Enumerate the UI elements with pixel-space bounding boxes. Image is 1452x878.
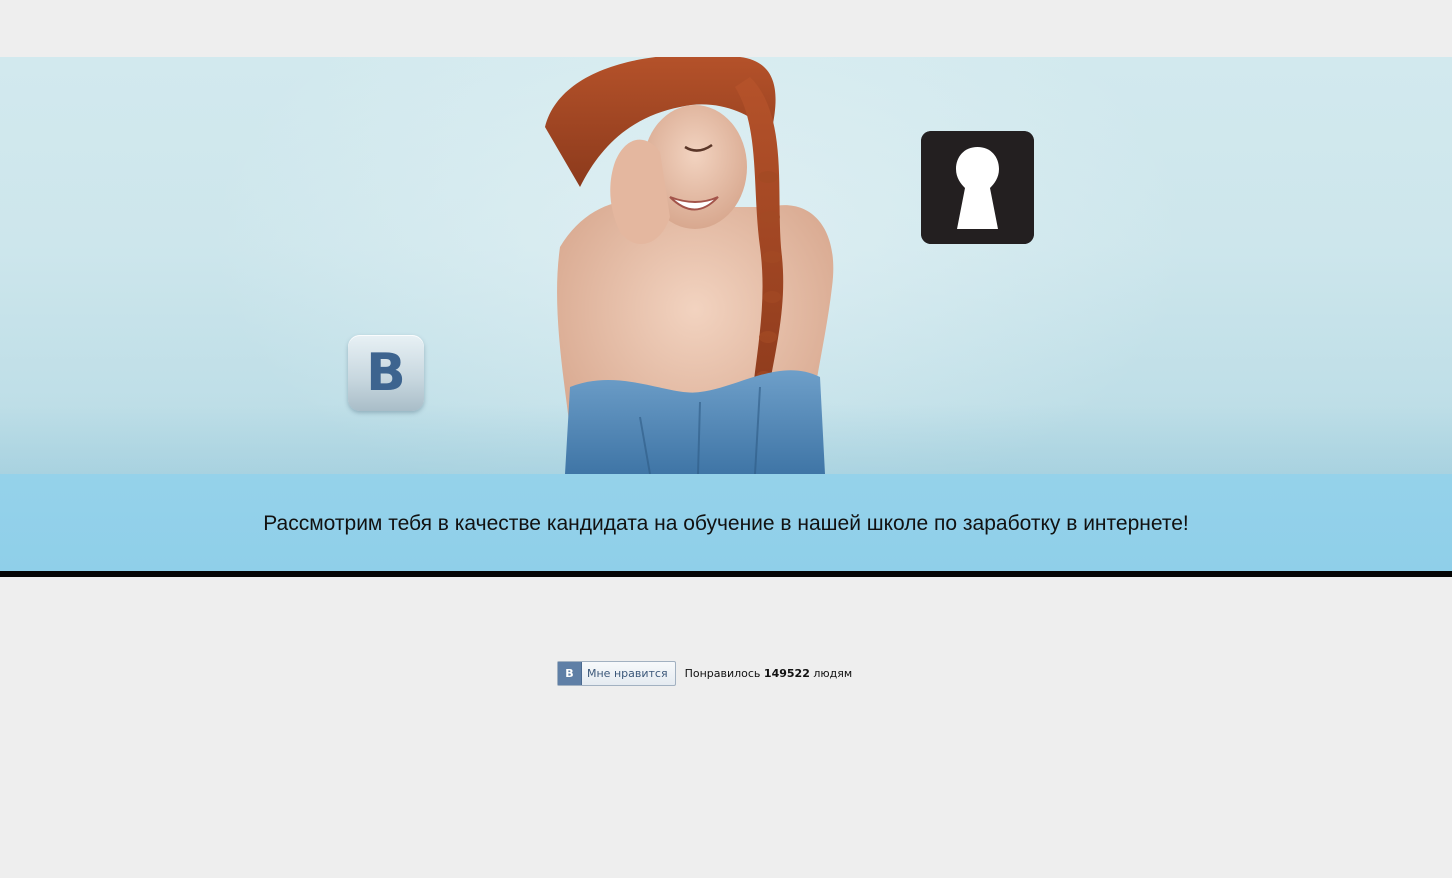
like-count-text: Понравилось 149522 людям [685, 667, 853, 680]
headline-text: Рассмотрим тебя в качестве кандидата на … [263, 512, 1189, 535]
vk-like-widget: B Мне нравится Понравилось 149522 людям [557, 661, 852, 686]
divider [0, 571, 1452, 577]
like-button[interactable]: B Мне нравится [557, 661, 676, 686]
like-count-value: 149522 [763, 667, 810, 680]
hero-banner: B [0, 57, 1452, 474]
like-button-label: Мне нравится [587, 667, 668, 680]
landing-page: B Рассмотрим тебя в качестве кандидата н… [0, 0, 1452, 878]
woman-photo [545, 57, 834, 474]
vk-logo-icon: B [348, 335, 424, 411]
like-count-suffix: людям [813, 667, 853, 680]
headline-strip: Рассмотрим тебя в качестве кандидата на … [0, 474, 1452, 571]
vk-logo-letter: B [366, 343, 406, 403]
keyhole-icon [921, 131, 1034, 244]
like-count-prefix: Понравилось [684, 667, 761, 680]
vk-small-logo-icon: B [558, 662, 582, 685]
